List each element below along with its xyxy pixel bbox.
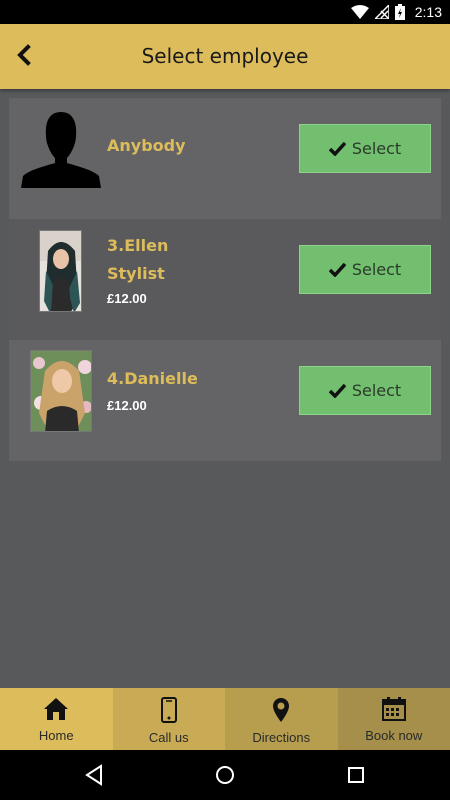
map-pin-icon bbox=[273, 698, 290, 722]
battery-charging-icon bbox=[394, 4, 405, 20]
select-button-anybody[interactable]: Select bbox=[299, 124, 431, 173]
silhouette-avatar-icon bbox=[21, 112, 101, 188]
employee-row-ellen: 3.Ellen Stylist £12.00 Select bbox=[9, 219, 441, 340]
employee-price: £12.00 bbox=[107, 398, 147, 413]
employee-row-danielle: 4.Danielle £12.00 Select bbox=[9, 340, 441, 461]
nav-call-us[interactable]: Call us bbox=[112, 688, 225, 750]
calendar-icon bbox=[381, 697, 406, 721]
select-button-label: Select bbox=[351, 381, 402, 400]
status-time: 2:13 bbox=[414, 4, 442, 20]
check-icon bbox=[328, 141, 346, 156]
page-title: Select employee bbox=[141, 44, 309, 68]
employee-name: 4.Danielle bbox=[107, 369, 198, 388]
status-bar: 2:13 bbox=[0, 0, 450, 24]
employee-price: £12.00 bbox=[107, 291, 147, 306]
recents-square-icon[interactable] bbox=[345, 764, 367, 786]
bottom-nav: Home Call us Directions Book now bbox=[0, 688, 450, 750]
employee-list: Anybody Select 3.Ellen Stylist £12.00 Se… bbox=[9, 98, 441, 462]
nav-home[interactable]: Home bbox=[0, 688, 113, 750]
nav-label: Home bbox=[38, 728, 74, 743]
phone-icon bbox=[160, 697, 177, 723]
employee-name: 3.Ellen bbox=[107, 236, 169, 255]
wifi-icon bbox=[350, 5, 369, 19]
select-button-label: Select bbox=[351, 139, 402, 158]
no-signal-icon bbox=[374, 5, 389, 19]
check-icon bbox=[328, 262, 346, 277]
employee-photo-danielle bbox=[30, 350, 92, 432]
system-nav-bar bbox=[0, 750, 450, 800]
employee-row-anybody: Anybody Select bbox=[9, 98, 441, 219]
back-triangle-icon[interactable] bbox=[83, 764, 105, 786]
check-icon bbox=[328, 383, 346, 398]
home-icon bbox=[44, 698, 69, 720]
employee-role: Stylist bbox=[107, 264, 165, 283]
select-button-danielle[interactable]: Select bbox=[299, 366, 431, 415]
nav-label: Book now bbox=[365, 728, 423, 743]
select-button-label: Select bbox=[351, 260, 402, 279]
select-button-ellen[interactable]: Select bbox=[299, 245, 431, 294]
nav-directions[interactable]: Directions bbox=[225, 688, 338, 750]
nav-label: Directions bbox=[252, 730, 311, 745]
employee-photo-ellen bbox=[39, 230, 82, 312]
employee-name: Anybody bbox=[107, 136, 186, 155]
nav-book-now[interactable]: Book now bbox=[337, 688, 450, 750]
nav-label: Call us bbox=[148, 730, 189, 745]
status-icons: 2:13 bbox=[350, 3, 442, 21]
home-circle-icon[interactable] bbox=[214, 764, 236, 786]
app-bar: Select employee bbox=[0, 24, 450, 89]
